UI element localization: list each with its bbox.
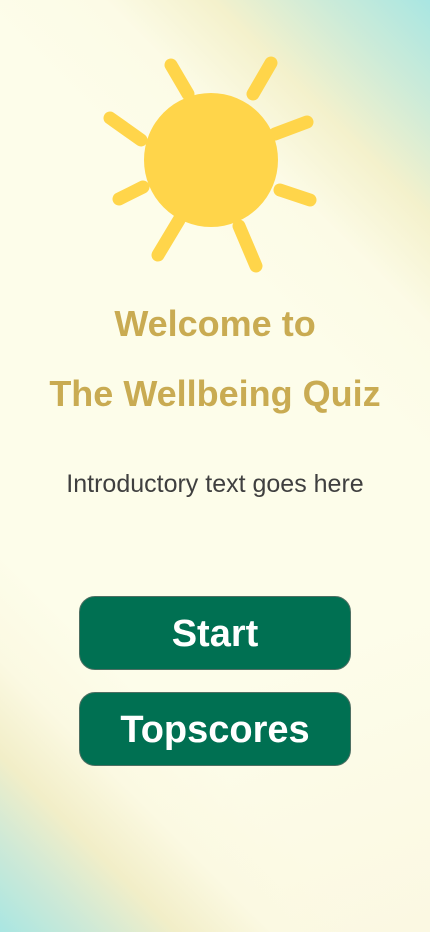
topscores-button[interactable]: Topscores [79, 692, 351, 766]
page-title-line-2: The Wellbeing Quiz [49, 373, 381, 414]
intro-text: Introductory text goes here [66, 470, 364, 498]
start-button[interactable]: Start [79, 596, 351, 670]
welcome-screen: Welcome to The Wellbeing Quiz Introducto… [0, 0, 430, 932]
sun-icon [95, 50, 325, 280]
page-title-line-1: Welcome to [114, 303, 316, 344]
